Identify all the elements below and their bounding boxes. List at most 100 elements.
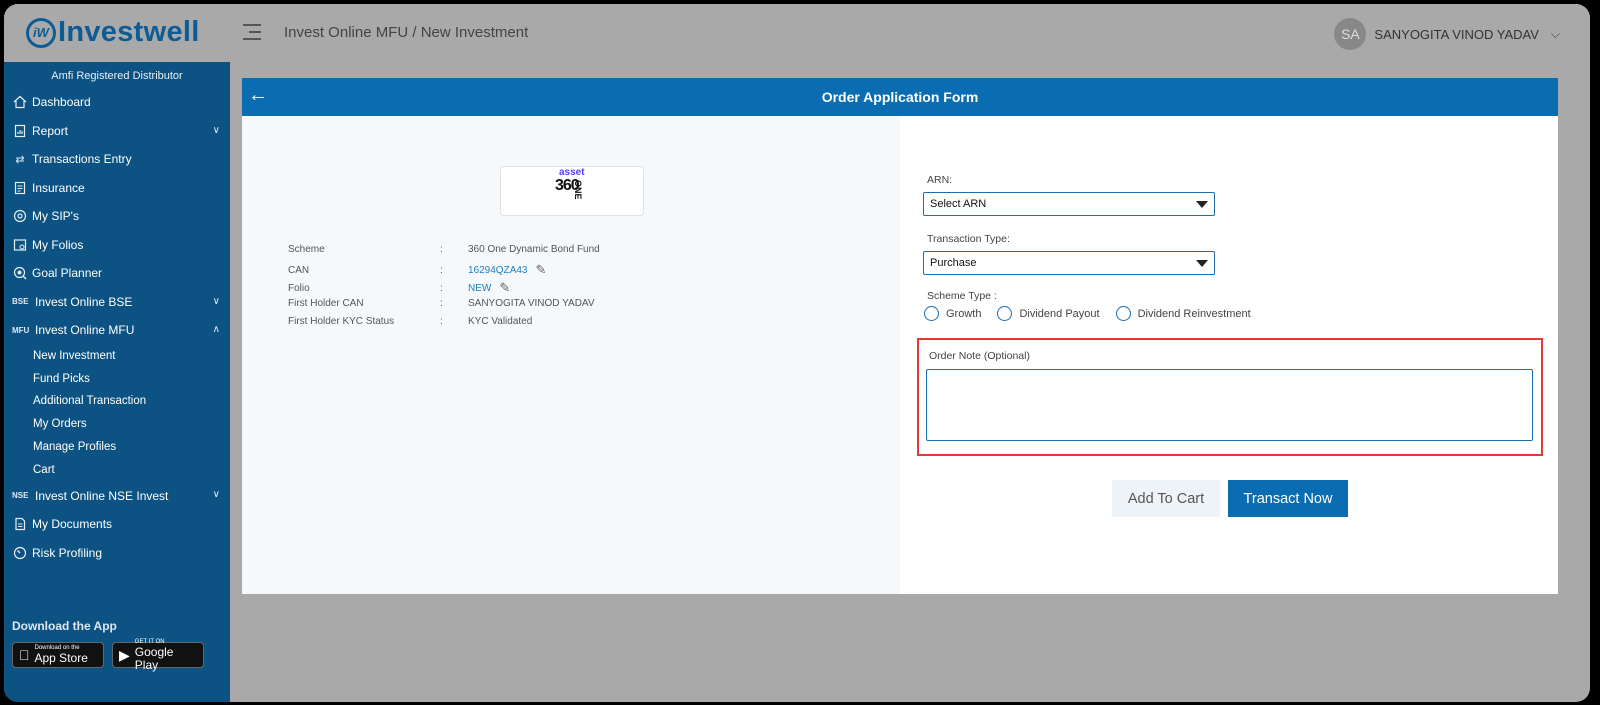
sidebar-subitem-manage-profiles[interactable]: Manage Profiles [4,436,230,459]
sidebar-item-risk-profiling[interactable]: Risk Profiling [4,538,230,567]
chevron-up-icon: ∧ [212,324,220,335]
chevron-down-icon: ⌵ [1550,26,1560,41]
sidebar-item-label: Insurance [32,180,85,195]
edit-folio-pencil-icon[interactable]: ✎ [499,280,510,296]
back-arrow-icon[interactable]: ← [248,84,268,107]
radio-circle-icon[interactable] [924,306,939,321]
sidebar-subitem-new-investment[interactable]: New Investment [4,345,230,368]
sidebar: Amfi Registered Distributor Dashboard Re… [4,62,230,702]
kyc-status: KYC Validated [468,316,533,327]
info-colon: : [440,282,443,294]
sidebar-item-label: Invest Online BSE [35,294,133,309]
breadcrumb: Invest Online MFU / New Investment [284,24,529,41]
sidebar-tagline: Amfi Registered Distributor [51,70,183,82]
info-label: CAN [288,264,310,276]
chevron-down-icon: ∨ [212,124,220,136]
transaction-type-selected-value: Purchase [930,257,977,269]
apple-icon:  [19,647,30,663]
folios-icon [12,237,28,253]
info-row-kyc-status: First Holder KYC Status : KYC Validated [288,316,532,327]
app-window: iW Investwell Invest Online MFU / New In… [4,4,1590,702]
folio-value-link[interactable]: NEW [468,283,491,294]
info-label: Folio [288,282,310,294]
edit-can-pencil-icon[interactable]: ✎ [536,262,547,278]
order-note-label: Order Note (Optional) [929,350,1030,362]
transaction-type-select[interactable]: Purchase [923,251,1215,275]
info-colon: : [440,316,443,327]
transaction-type-label: Transaction Type: [927,233,1010,245]
radio-label: Growth [946,307,982,320]
sidebar-item-my-sips[interactable]: My SIP's [4,202,230,231]
radio-growth[interactable]: Growth [924,306,981,321]
sidebar-item-label: Dashboard [32,95,91,110]
sidebar-item-transactions-entry[interactable]: ⇄ Transactions Entry [4,145,230,174]
sidebar-item-report[interactable]: Report ∨ [4,117,230,146]
arn-label: ARN: [927,174,953,186]
download-app-title: Download the App [12,619,117,633]
app-store-button[interactable]:  Download on the App Store [12,642,104,668]
sidebar-item-my-documents[interactable]: My Documents [4,510,230,539]
scheme-details-pane: asset 360 ONE Scheme : 360 One Dynamic B… [242,116,900,594]
user-menu[interactable]: SA SANYOGITA VINOD YADAV ⌵ [1334,18,1560,50]
transact-now-button[interactable]: Transact Now [1228,480,1348,517]
sidebar-subitem-cart[interactable]: Cart [4,458,230,481]
info-label: First Holder KYC Status [288,316,395,327]
arn-selected-value: Select ARN [930,198,987,210]
report-icon [12,123,28,139]
menu-toggle-icon[interactable] [243,24,263,42]
sidebar-subitem-my-orders[interactable]: My Orders [4,413,230,436]
sidebar-item-label: Risk Profiling [32,545,103,560]
transfer-icon: ⇄ [15,153,25,166]
logo-mark-text: iW [33,25,49,40]
sidebar-subitem-fund-picks[interactable]: Fund Picks [4,367,230,390]
arn-select[interactable]: Select ARN [923,192,1215,216]
bse-tag: BSE [12,297,29,307]
sidebar-item-goal-planner[interactable]: Goal Planner [4,259,230,288]
info-label: First Holder CAN [288,298,364,309]
google-play-label: Google Play [134,644,174,672]
play-icon: ▶ [119,646,130,663]
sidebar-item-label: My Folios [32,237,84,252]
info-row-scheme: Scheme : 360 One Dynamic Bond Fund [288,244,600,255]
sidebar-item-label: Goal Planner [32,266,103,281]
info-label: Scheme [288,244,325,255]
add-to-cart-button[interactable]: Add To Cart [1112,480,1220,517]
order-form-panel: ← Order Application Form asset 360 ONE S… [242,78,1558,594]
chevron-down-icon: ∨ [212,295,220,307]
sidebar-item-invest-online-mfu[interactable]: MFU Invest Online MFU ∧ [4,316,230,345]
mfu-tag: MFU [12,325,30,335]
can-value-link[interactable]: 16294QZA43 [468,265,528,276]
sip-icon [12,208,28,224]
order-note-textarea[interactable] [926,369,1533,441]
radio-dividend-payout[interactable]: Dividend Payout [997,306,1100,321]
sidebar-subitem-additional-transaction[interactable]: Additional Transaction [4,390,230,413]
panel-header: ← Order Application Form [242,78,1558,116]
chevron-down-icon: ∨ [212,489,220,501]
documents-icon [12,516,28,532]
avatar: SA [1334,18,1367,50]
google-play-button[interactable]: ▶ GET IT ON Google Play [112,639,204,671]
sidebar-item-invest-online-nse[interactable]: NSE Invest Online NSE Invest ∨ [4,481,230,510]
radio-label: Dividend Payout [1019,307,1100,320]
sidebar-item-invest-online-bse[interactable]: BSE Invest Online BSE ∨ [4,288,230,317]
nse-tag: NSE [12,491,29,501]
home-icon [12,94,28,110]
order-inputs-pane: ARN: Select ARN Transaction Type: Purcha… [900,116,1558,594]
sidebar-item-label: Report [32,123,69,138]
scheme-name: 360 One Dynamic Bond Fund [468,244,600,255]
scheme-type-label: Scheme Type : [927,290,997,302]
sidebar-item-label: Invest Online NSE Invest [35,488,169,503]
info-colon: : [440,298,443,309]
sidebar-item-insurance[interactable]: Insurance [4,174,230,203]
radio-circle-icon[interactable] [1115,306,1131,321]
sidebar-item-dashboard[interactable]: Dashboard [4,88,230,117]
info-row-folio: Folio : NEW ✎ [288,280,510,296]
radio-circle-icon[interactable] [997,306,1013,321]
brand-logo[interactable]: iW Investwell [26,16,200,49]
page-title: Order Application Form [821,89,979,105]
insurance-icon [12,180,28,196]
radio-dividend-reinvestment[interactable]: Dividend Reinvestment [1115,306,1251,321]
info-colon: : [440,244,443,255]
sidebar-item-my-folios[interactable]: My Folios [4,231,230,260]
top-header: iW Investwell Invest Online MFU / New In… [4,4,1590,62]
